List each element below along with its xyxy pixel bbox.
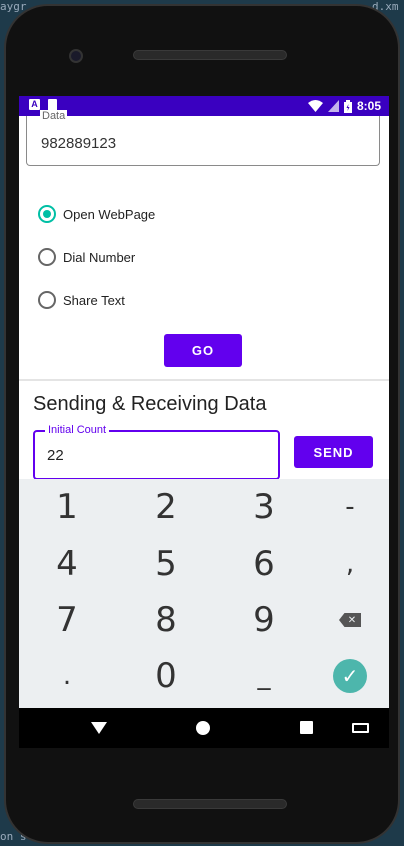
key-1[interactable]: 1: [21, 479, 113, 535]
backspace-icon: ✕: [339, 613, 361, 627]
bottom-speaker: [133, 799, 287, 809]
key-space[interactable]: _: [218, 648, 310, 704]
radio-checked-icon[interactable]: [38, 205, 56, 223]
radio-share-text[interactable]: Share Text: [38, 289, 125, 311]
data-field[interactable]: Data 982889123: [26, 110, 380, 166]
key-9[interactable]: 9: [218, 592, 310, 648]
send-button[interactable]: SEND: [294, 436, 373, 468]
status-bar: A 8:05: [19, 96, 389, 116]
key-8[interactable]: 8: [120, 592, 212, 648]
key-4[interactable]: 4: [21, 536, 113, 592]
radio-unchecked-icon[interactable]: [38, 248, 56, 266]
backspace-key[interactable]: ✕: [304, 592, 389, 648]
initial-count-label: Initial Count: [45, 424, 110, 436]
key-2[interactable]: 2: [120, 479, 212, 535]
radio-label: Open WebPage: [63, 206, 156, 222]
radio-dial-number[interactable]: Dial Number: [38, 246, 135, 268]
section-title: Sending & Receiving Data: [33, 393, 267, 415]
key-comma[interactable]: ,: [304, 536, 389, 592]
done-key[interactable]: ✓: [304, 648, 389, 704]
signal-icon: [327, 100, 339, 112]
radio-label: Share Text: [63, 292, 125, 308]
device-screen: A 8:05 Data 982889123 Open WebPage Dial …: [19, 96, 389, 748]
navigation-bar: [19, 708, 389, 748]
recent-apps-icon[interactable]: [300, 721, 313, 734]
wifi-icon: [307, 100, 323, 112]
key-0[interactable]: 0: [120, 648, 212, 704]
section-divider: [19, 379, 389, 381]
back-icon[interactable]: [91, 722, 107, 734]
home-icon[interactable]: [196, 721, 210, 735]
earpiece-speaker: [133, 50, 287, 60]
radio-open-webpage[interactable]: Open WebPage: [38, 203, 155, 225]
radio-label: Dial Number: [63, 249, 136, 265]
key-3[interactable]: 3: [218, 479, 310, 535]
key-7[interactable]: 7: [21, 592, 113, 648]
key-6[interactable]: 6: [218, 536, 310, 592]
notification-a-icon: A: [29, 99, 40, 110]
front-camera: [69, 49, 83, 63]
radio-unchecked-icon[interactable]: [38, 291, 56, 309]
status-time: 8:05: [356, 99, 381, 113]
initial-count-value: 22: [47, 447, 64, 464]
go-button[interactable]: GO: [164, 334, 242, 367]
battery-icon: [343, 99, 352, 113]
initial-count-field[interactable]: Initial Count 22: [33, 424, 280, 480]
data-field-value: 982889123: [41, 135, 117, 152]
checkmark-icon: ✓: [333, 659, 367, 693]
keyboard-switch-icon[interactable]: [352, 723, 369, 733]
data-field-label: Data: [40, 110, 68, 122]
key-period[interactable]: .: [21, 648, 113, 704]
numeric-keyboard: 1 2 3 - 4 5 6 , 7 8 9 ✕ . 0 _ ✓: [19, 479, 389, 708]
key-5[interactable]: 5: [120, 536, 212, 592]
key-minus[interactable]: -: [304, 479, 389, 535]
